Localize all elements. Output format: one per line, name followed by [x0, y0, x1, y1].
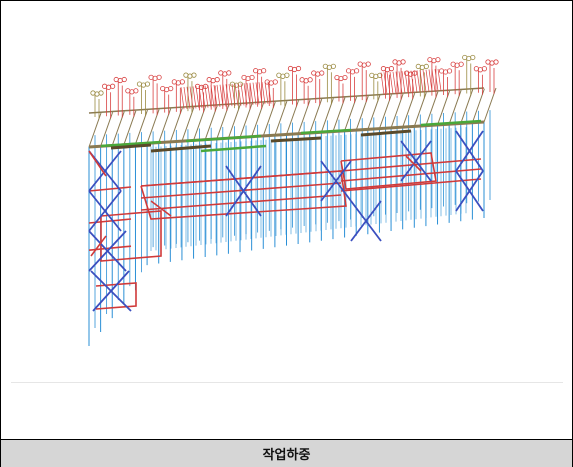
load-arrow-head [191, 72, 197, 78]
load-arrow-head [307, 77, 313, 83]
load-arrow-head [284, 72, 290, 78]
brace-diagonal-red [88, 150, 107, 177]
load-arrow-dense [261, 82, 266, 105]
load-arrow-head [423, 63, 429, 70]
diagram-canvas [1, 1, 572, 439]
load-arrow-head [388, 66, 395, 72]
load-arrow-dense [222, 84, 227, 107]
load-arrow-dense [264, 81, 269, 104]
load-arrow-dense [395, 71, 400, 94]
load-arrow-dense [431, 69, 436, 92]
load-arrow-dense [204, 85, 209, 108]
load-arrow-head [481, 66, 487, 72]
load-arrow-head [272, 79, 278, 85]
load-arrow-dense [192, 86, 197, 109]
deck-beam [270, 136, 322, 143]
load-arrow-dense [434, 69, 439, 92]
load-arrow-dense [398, 71, 403, 94]
load-arrow-dense [216, 84, 221, 107]
deck-green-beam [185, 134, 262, 143]
load-arrow-dense [240, 83, 245, 106]
load-arrow-head [400, 59, 406, 65]
load-arrow-head [121, 76, 127, 83]
load-arrow-dense [425, 69, 430, 92]
load-arrow-head [458, 61, 464, 67]
load-arrow-head [446, 68, 453, 74]
load-arrow-dense [252, 82, 257, 105]
load-arrow-head [133, 88, 139, 94]
load-arrow-head [295, 65, 302, 72]
figure-frame: 작업하중 [0, 0, 573, 467]
load-arrow-dense [183, 86, 188, 110]
divider-line [11, 382, 563, 383]
load-arrow-head [156, 74, 162, 80]
load-arrow-head [261, 68, 267, 74]
load-arrow-dense [389, 71, 394, 94]
load-arrow-head [330, 63, 336, 69]
load-arrow-dense [228, 84, 233, 107]
load-arrow-head [98, 90, 104, 96]
load-arrow-dense [249, 82, 254, 105]
load-arrow-head [226, 70, 232, 76]
load-arrow-head [110, 83, 116, 89]
load-arrow-dense [243, 83, 248, 106]
load-arrow-head [237, 81, 244, 87]
load-arrow-head [168, 85, 174, 92]
figure-caption: 작업하중 [1, 439, 572, 467]
load-arrow-dense [186, 86, 191, 109]
load-arrow-dense [207, 85, 212, 108]
load-arrow-head [214, 77, 220, 83]
load-arrow-dense [246, 82, 251, 106]
load-arrow-head [470, 54, 476, 61]
load-arrow-dense [180, 87, 185, 110]
load-arrow-head [493, 59, 499, 65]
load-arrow-dense [392, 71, 397, 94]
deck-beam [360, 129, 412, 137]
load-arrow-head [365, 61, 371, 67]
load-arrow-head [353, 68, 360, 74]
load-arrow-dense [380, 72, 385, 95]
load-arrow-dense [195, 86, 200, 109]
load-arrow-head [342, 74, 348, 81]
load-arrow-head [249, 74, 255, 81]
load-arrow-head [319, 70, 325, 76]
load-arrow-dense [404, 70, 409, 94]
load-arrow-head [144, 81, 151, 87]
load-arrow-dense [189, 86, 194, 109]
scaffold-diagram [88, 54, 499, 346]
load-arrow-head [435, 57, 441, 63]
deck-back-edge [88, 87, 485, 114]
deck-green-beam [300, 128, 352, 135]
load-arrow-dense [416, 70, 421, 93]
load-arrow-head [179, 79, 185, 85]
